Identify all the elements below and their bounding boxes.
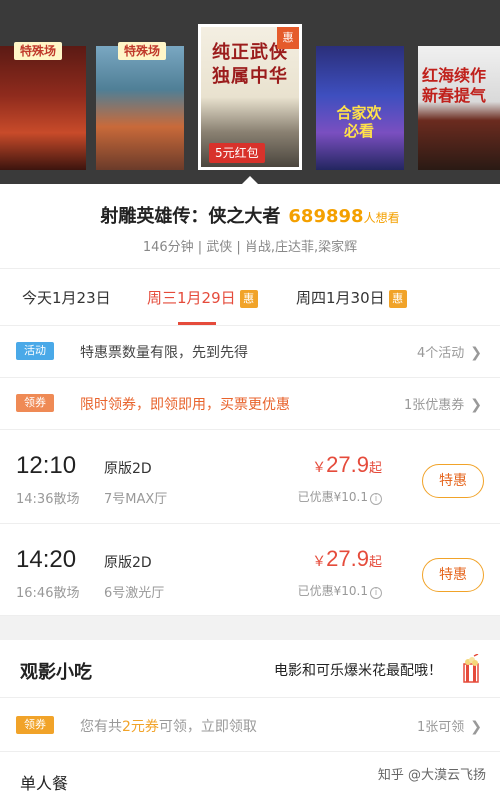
hall-name: 7号MAX厅: [104, 492, 168, 507]
screening-format: 原版2D: [104, 555, 152, 571]
snack-coupon-text: 您有共2元券可领，立即领取: [80, 719, 257, 735]
snacks-title: 观影小吃: [20, 662, 92, 683]
single-meal-label: 单人餐: [20, 774, 69, 793]
discount-corner-badge: 惠: [277, 27, 299, 49]
special-screening-tag: 特殊场: [14, 42, 63, 60]
red-packet-badge: 5元红包: [209, 143, 265, 163]
price: ￥27.9起: [312, 452, 382, 477]
date-tab-wed[interactable]: 周三1月29日惠: [147, 287, 258, 308]
start-time: 14:20: [16, 546, 77, 573]
date-tab-label: 周四1月30日: [296, 289, 385, 307]
date-tabs: 今天1月23日 周三1月29日惠 周四1月30日惠: [0, 268, 500, 326]
start-time: 12:10: [16, 452, 77, 479]
poster-item-2[interactable]: [96, 46, 184, 170]
info-icon[interactable]: i: [370, 493, 382, 505]
poster-carousel[interactable]: 特殊场 特殊场 纯正武侠独属中华 惠 5元红包 合家欢必看 红海续作新春提气: [0, 0, 500, 184]
snacks-header: 观影小吃 电影和可乐爆米花最配哦！: [0, 640, 500, 698]
popcorn-icon: [463, 654, 479, 683]
poster-item-selected[interactable]: 纯正武侠独属中华 惠 5元红包: [198, 24, 302, 170]
info-icon[interactable]: i: [370, 587, 382, 599]
price: ￥27.9起: [312, 546, 382, 571]
snack-coupon-row[interactable]: 领券 您有共2元券可领，立即领取 1张可领 ❯: [0, 698, 500, 752]
snack-coupon-count: 1张可领 ❯: [416, 719, 482, 735]
discount-info: 已优惠¥10.1 i: [298, 582, 382, 599]
coupon-tag: 领券: [16, 716, 54, 734]
showtime-row[interactable]: 14:20 16:46散场 原版2D 6号激光厅 ￥27.9起 已优惠¥10.1…: [0, 524, 500, 616]
buy-ticket-button[interactable]: 特惠: [422, 558, 484, 592]
special-screening-tag: 特殊场: [118, 42, 167, 60]
showtime-row[interactable]: 12:10 14:36散场 原版2D 7号MAX厅 ￥27.9起 已优惠¥10.…: [0, 430, 500, 524]
movie-title: 射雕英雄传：侠之大者: [100, 206, 281, 227]
date-tab-label: 周三1月29日: [147, 289, 236, 307]
activity-count: 4个活动 ❯: [416, 345, 482, 361]
activity-row[interactable]: 活动 特惠票数量有限，先到先得 4个活动 ❯: [0, 326, 500, 378]
chevron-right-icon: ❯: [470, 397, 482, 413]
poster-5-label: 红海续作新春提气: [422, 66, 487, 105]
single-meal-section: 单人餐 知乎 @大漠云飞扬: [0, 752, 500, 793]
want-suffix: 人想看: [363, 211, 400, 225]
screening-format: 原版2D: [104, 461, 152, 477]
end-time: 16:46散场: [16, 586, 80, 601]
chevron-right-icon: ❯: [470, 719, 482, 735]
chevron-right-icon: ❯: [470, 345, 482, 361]
date-tab-today[interactable]: 今天1月23日: [22, 287, 111, 308]
poster-item-5[interactable]: [418, 46, 500, 170]
activity-tag: 活动: [16, 342, 54, 360]
coupon-count: 1张优惠券 ❯: [403, 397, 482, 413]
activity-text: 特惠票数量有限，先到先得: [80, 345, 248, 361]
snacks-slogan: 电影和可乐爆米花最配哦！: [274, 663, 442, 679]
date-tab-label: 今天1月23日: [22, 289, 111, 307]
poster-4-label: 合家欢必看: [336, 104, 382, 140]
poster-item-1[interactable]: [0, 46, 86, 170]
active-tab-indicator: [178, 322, 216, 325]
watermark: 知乎 @大漠云飞扬: [377, 768, 486, 783]
selected-pointer-icon: [241, 176, 259, 184]
discount-badge: 惠: [388, 290, 407, 308]
hall-name: 6号激光厅: [104, 586, 165, 601]
movie-title-row: 射雕英雄传：侠之大者 689898人想看: [0, 202, 500, 228]
coupon-row[interactable]: 领券 限时领券，即领即用，买票更优惠 1张优惠券 ❯: [0, 378, 500, 430]
movie-info: 射雕英雄传：侠之大者 689898人想看 146分钟 | 武侠 | 肖战,庄达菲,…: [0, 184, 500, 268]
coupon-tag: 领券: [16, 394, 54, 412]
discount-badge: 惠: [239, 290, 258, 308]
coupon-text: 限时领券，即领即用，买票更优惠: [80, 397, 290, 413]
want-count: 689898: [288, 206, 364, 227]
end-time: 14:36散场: [16, 492, 80, 507]
buy-ticket-button[interactable]: 特惠: [422, 464, 484, 498]
date-tab-thu[interactable]: 周四1月30日惠: [296, 287, 407, 308]
movie-meta: 146分钟 | 武侠 | 肖战,庄达菲,梁家辉: [142, 240, 358, 255]
discount-info: 已优惠¥10.1 i: [298, 488, 382, 505]
